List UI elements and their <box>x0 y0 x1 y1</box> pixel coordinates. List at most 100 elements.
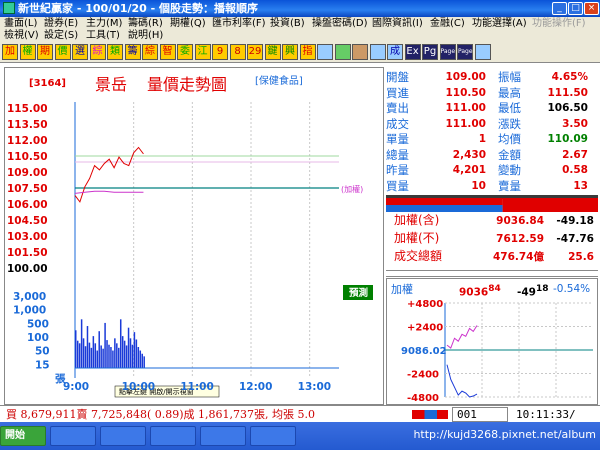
index-value: 7612.59 <box>496 233 544 245</box>
menu-invest[interactable]: 投資(B) <box>270 18 305 30</box>
volume-bar <box>106 340 108 368</box>
quote-value-left: 10 <box>471 179 486 192</box>
toolbar-monitor-icon[interactable] <box>474 44 491 60</box>
menu-function-ops: 功能操作(F) <box>532 18 586 29</box>
weighted-tag: (加權) <box>341 184 363 194</box>
toolbar-composite2-icon[interactable]: 綜 <box>142 44 158 60</box>
quote-label-right: 最高 <box>498 85 521 100</box>
toolbar-page-icon[interactable]: Pg <box>422 44 438 60</box>
toolbar-index-icon[interactable]: 指 <box>299 44 316 60</box>
toolbar-futures-icon[interactable]: 期 <box>37 44 53 60</box>
menu-settings[interactable]: 設定(S) <box>44 30 78 42</box>
taskbar-app-2[interactable] <box>100 426 146 446</box>
volume-bar <box>114 338 116 368</box>
quote-value-right: 13 <box>573 179 588 192</box>
volume-bar <box>86 326 89 368</box>
main-area: [3164] 景岳 量價走勢圖 [保健食品] (加權) 預測 點擊左鍵 開啟/開… <box>0 63 600 405</box>
menu-mainforce[interactable]: 主力(M) <box>86 18 122 30</box>
menu-screen[interactable]: 畫面(L) <box>4 18 37 30</box>
toolbar-screen-icon[interactable] <box>317 44 333 60</box>
volume-bar <box>80 319 83 368</box>
taskbar-app-4[interactable] <box>200 426 246 446</box>
menu-bar: 畫面(L) 證券(E) 主力(M) 籌碼(R) 期權(Q) 匯市利率(F) 投資… <box>0 17 600 43</box>
status-bar: 買 8,679,911賣 7,725,848( 0.89)成 1,861,737… <box>0 405 600 423</box>
toolbar-weight-icon[interactable]: 權 <box>19 44 36 60</box>
taskbar-app-5[interactable] <box>250 426 296 446</box>
quote-label-left: 開盤 <box>386 70 409 84</box>
toolbar-price-icon[interactable]: 價 <box>54 44 71 60</box>
toolbar-chips-icon[interactable]: 籌 <box>124 44 141 60</box>
menu-intl-info[interactable]: 國際資訊(I) <box>372 18 423 30</box>
volume-bar <box>133 332 136 368</box>
quote-value-left: 4,201 <box>452 164 486 176</box>
toolbar-export-icon[interactable]: Ex <box>404 44 421 60</box>
maximize-button[interactable]: □ <box>568 2 583 15</box>
toolbar-page-up-icon[interactable]: Page <box>439 44 456 60</box>
menu-functions[interactable]: 功能選擇(A) <box>472 18 527 30</box>
toolbar-composite-icon[interactable]: 綜 <box>89 44 106 60</box>
mini-up-line <box>446 325 478 349</box>
title-bar: 新世紀贏家 - 100/01/20 - 個股走勢：播報順序 _ □ × <box>0 0 600 17</box>
bid-ask-bar <box>386 198 598 212</box>
start-button[interactable]: 開始 <box>0 426 46 446</box>
menu-securities[interactable]: 證券(E) <box>44 18 78 30</box>
watermark-url: http://kujd3268.pixnet.net/album <box>413 428 596 441</box>
index-change: -49.18 <box>556 215 594 227</box>
quote-label-left: 單量 <box>386 132 409 146</box>
menu-view[interactable]: 檢視(V) <box>4 30 39 42</box>
status-color-indicator <box>412 410 448 419</box>
quote-label-right: 金額 <box>498 147 521 162</box>
stock-code-input[interactable]: 001 <box>452 407 508 422</box>
volume-tick-label: 15 <box>35 359 50 371</box>
close-button[interactable]: × <box>584 2 599 15</box>
menu-help[interactable]: 說明(H) <box>128 30 163 42</box>
toolbar-grid-icon[interactable] <box>334 44 351 60</box>
menu-tools[interactable]: 工具(T) <box>86 30 120 42</box>
time-tick-label: 13:00 <box>298 381 331 393</box>
menu-chips[interactable]: 籌碼(R) <box>128 18 163 30</box>
toolbar-smart-icon[interactable]: 智 <box>159 44 176 60</box>
quote-label-right: 漲跌 <box>498 116 521 131</box>
toolbar-eight-icon[interactable]: 8 <box>229 44 246 60</box>
price-tick-label: 109.00 <box>7 167 48 179</box>
toolbar-prosper-icon[interactable]: 興 <box>282 44 298 60</box>
toolbar-add-icon[interactable]: 加 <box>2 44 18 60</box>
minimize-button[interactable]: _ <box>552 2 567 15</box>
volume-tick-label: 100 <box>27 332 49 344</box>
volume-bar <box>94 343 97 368</box>
index-change: -47.76 <box>556 233 594 245</box>
volume-tick-label: 3,000 <box>13 291 46 303</box>
quote-label-left: 買進 <box>386 85 409 100</box>
menu-finance[interactable]: 金融(C) <box>430 18 465 30</box>
toolbar-order-icon[interactable]: 委 <box>177 44 193 60</box>
toolbar-key-icon[interactable]: 鍵 <box>264 44 281 60</box>
toolbar-twentynine-icon[interactable]: 29 <box>247 44 263 60</box>
toolbar-select-icon[interactable]: 選 <box>72 44 88 60</box>
volume-bar <box>112 350 114 368</box>
toolbar-window-icon[interactable] <box>352 44 368 60</box>
toolbar-category-icon[interactable]: 類 <box>107 44 123 60</box>
toolbar: 加權期價選綜類籌綜智委江 9 8 29 鍵興指成 Ex Pg Page Page <box>0 43 600 63</box>
mini-index-label: 加權 <box>391 283 413 296</box>
mini-index-pct: -0.54% <box>553 283 591 295</box>
toolbar-nine-icon[interactable]: 9 <box>212 44 228 60</box>
toolbar-page-down-icon[interactable]: Page <box>457 44 473 60</box>
toolbar-river-icon[interactable]: 江 <box>194 44 211 60</box>
index-label: 加權(含) <box>394 213 440 227</box>
volume-bar <box>98 331 100 368</box>
taskbar-app-3[interactable] <box>150 426 196 446</box>
volume-bar <box>118 347 120 368</box>
menu-fx-rates[interactable]: 匯市利率(F) <box>212 18 266 30</box>
menu-futures[interactable]: 期權(Q) <box>170 18 206 30</box>
index-label: 加權(不) <box>394 231 440 245</box>
toolbar-volume-icon[interactable]: 成 <box>387 44 403 60</box>
toolbar-layout-icon[interactable] <box>369 44 386 60</box>
quote-value-right: 3.50 <box>562 117 588 130</box>
menu-trade-code[interactable]: 操盤密碼(D) <box>312 18 368 30</box>
stock-name: 景岳 <box>95 75 127 94</box>
quote-value-right: 0.58 <box>562 164 588 176</box>
price-tick-label: 115.00 <box>7 103 48 115</box>
quote-value-left: 111.00 <box>445 117 486 130</box>
ask-fill-lower <box>502 205 598 212</box>
taskbar-app-1[interactable] <box>50 426 96 446</box>
